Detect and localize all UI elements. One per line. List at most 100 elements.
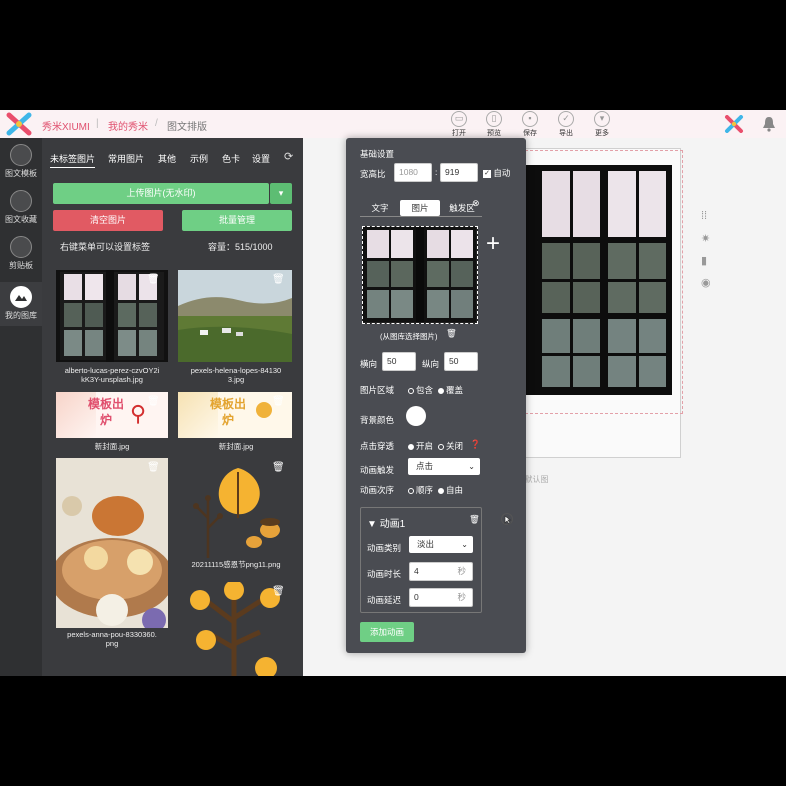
nav-item-templates[interactable]: 图文模板 [0, 144, 42, 184]
unit-seconds: 秒 [457, 566, 466, 576]
chevron-down-icon: ▾ [278, 188, 284, 198]
nav-item-collection[interactable]: 图文收藏 [0, 190, 42, 230]
breadcrumb-separator: | [96, 118, 99, 129]
preview-button[interactable]: ▯ 预览 [479, 110, 509, 138]
unit-seconds: 秒 [457, 592, 466, 602]
pass-on-radio[interactable]: 开启 [408, 440, 433, 452]
tab-other[interactable]: 其他 [158, 152, 176, 165]
area-cover-radio[interactable]: 覆盖 [438, 384, 463, 396]
gear-icon[interactable]: ✷ [701, 232, 713, 245]
bell-icon[interactable] [762, 116, 776, 132]
template-icon [10, 144, 32, 166]
pass-off-label: 关闭 [446, 441, 464, 451]
xiumi-logo-icon[interactable] [6, 112, 32, 136]
window-image[interactable] [524, 165, 672, 395]
h-input[interactable]: 50 [382, 352, 416, 371]
image-picker[interactable] [362, 226, 478, 324]
image-caption: 新封面.jpg [94, 442, 130, 451]
trash-icon[interactable]: 🗑 [272, 462, 285, 474]
more-button[interactable]: ▾ 更多 [587, 110, 617, 138]
add-animation-button[interactable]: 添加动画 [360, 622, 414, 642]
v-input[interactable]: 50 [444, 352, 478, 371]
gallery-image[interactable] [56, 458, 168, 628]
radio-icon [408, 487, 414, 494]
pass-through-label: 点击穿透 [360, 441, 395, 451]
anim-delay-label: 动画延迟 [367, 595, 402, 605]
chevron-down-icon: ⌄ [461, 540, 468, 549]
tab-examples[interactable]: 示例 [190, 152, 208, 165]
trash-icon[interactable]: 🗑 [272, 586, 285, 598]
trash-icon[interactable]: 🗑 [446, 328, 457, 339]
auto-checkbox[interactable]: ✓ 自动 [483, 167, 510, 179]
save-button[interactable]: ▪ 保存 [515, 110, 545, 138]
help-icon[interactable]: ❓ [470, 439, 481, 450]
image-caption: pexels-anna-pou-8330360. png [67, 630, 157, 648]
animation-title[interactable]: ▼ 动画1 [367, 515, 405, 530]
trash-icon[interactable]: 🗑 [272, 396, 285, 408]
brand-name[interactable]: 秀米XIUMI [42, 118, 90, 133]
animation-card: ▼ 动画1 🗑 动画类别 淡出 ⌄ 动画时长 4 秒 动画延迟 0 秒 [360, 507, 482, 613]
order-seq-radio[interactable]: 顺序 [408, 484, 433, 496]
chart-icon[interactable]: ▮ [701, 254, 713, 267]
breadcrumb-my-xiumi[interactable]: 我的秀米 [108, 118, 148, 133]
anim-type-value: 淡出 [417, 539, 435, 549]
nav-label: 图文收藏 [5, 215, 37, 224]
trigger-select[interactable]: 点击 ⌄ [408, 458, 480, 475]
anim-duration-input[interactable]: 4 秒 [409, 562, 473, 581]
save-icon: ▪ [522, 111, 538, 127]
eye-icon[interactable]: ◉ [701, 276, 713, 289]
animation-title-text: 动画1 [379, 519, 406, 530]
trash-icon[interactable]: 🗑 [147, 396, 160, 408]
nav-label: 剪贴板 [9, 261, 33, 270]
folder-icon: ▭ [451, 111, 467, 127]
breadcrumb-layout: 图文排版 [167, 122, 207, 133]
aspect-height-input[interactable]: 919 [440, 163, 478, 182]
batch-manage-button[interactable]: 批量管理 [182, 210, 292, 231]
tab-settings[interactable]: 设置 [252, 152, 270, 165]
aspect-label: 宽高比 [360, 169, 386, 179]
trash-icon[interactable]: 🗑 [147, 462, 160, 474]
order-free-radio[interactable]: 自由 [438, 484, 463, 496]
gallery-panel: 未标签图片 常用图片 其他 示例 色卡 设置 ⟳ 上传图片(无水印) ▾ 清空图… [42, 138, 303, 676]
anim-delay-input[interactable]: 0 秒 [409, 588, 473, 607]
nav-item-clipboard[interactable]: 剪贴板 [0, 236, 42, 276]
tab-text[interactable]: 文字 [360, 200, 400, 216]
top-bar: 秀米XIUMI | 我的秀米 / 图文排版 ▭ 打开 ▯ 预览 ▪ 保存 ✓ 导… [0, 110, 786, 139]
radio-icon [438, 387, 444, 394]
clear-images-button[interactable]: 清空图片 [53, 210, 163, 231]
add-image-icon[interactable]: + [486, 232, 500, 256]
anim-duration-label: 动画时长 [367, 569, 402, 579]
anim-duration-value: 4 [414, 566, 419, 576]
area-contain-radio[interactable]: 包含 [408, 384, 433, 396]
open-button[interactable]: ▭ 打开 [444, 110, 474, 138]
trash-icon[interactable]: 🗑 [147, 274, 160, 286]
trash-icon[interactable]: 🗑 [469, 514, 480, 525]
app-logo-icon[interactable] [724, 115, 744, 133]
export-button[interactable]: ✓ 导出 [551, 110, 581, 138]
capacity-text: 容量：515/1000 [208, 242, 273, 252]
bg-color-swatch[interactable] [406, 406, 426, 426]
tab-untagged[interactable]: 未标签图片 [50, 152, 96, 168]
trigger-label: 动画触发 [360, 465, 395, 475]
upload-button[interactable]: 上传图片(无水印) [53, 183, 269, 204]
aspect-width-input[interactable]: 1080 [394, 163, 432, 182]
tag-hint: 右键菜单可以设置标签 [60, 242, 151, 252]
upload-dropdown[interactable]: ▾ [270, 183, 292, 204]
banner-text: 模板出炉 [87, 397, 124, 427]
anim-type-select[interactable]: 淡出 ⌄ [409, 536, 473, 553]
close-icon[interactable]: ⊗ [472, 198, 480, 209]
grid-icon[interactable]: ⁞⁞ [701, 210, 713, 222]
nav-item-gallery[interactable]: 我的图库 [0, 282, 42, 326]
more-icon: ▾ [594, 111, 610, 127]
tab-color-cards[interactable]: 色卡 [222, 152, 240, 165]
trash-icon[interactable]: 🗑 [272, 274, 285, 286]
tab-common[interactable]: 常用图片 [108, 152, 144, 165]
order-label: 动画次序 [360, 485, 395, 495]
refresh-icon[interactable]: ⟳ [284, 150, 293, 163]
v-label: 纵向 [422, 359, 440, 369]
left-nav: 图文模板 图文收藏 剪贴板 我的图库 [0, 138, 42, 676]
tab-image[interactable]: 图片 [400, 200, 440, 216]
pass-off-radio[interactable]: 关闭 [438, 440, 463, 452]
clear-label: 清空图片 [89, 215, 126, 225]
choose-image-link[interactable]: (从图库选择图片) [380, 331, 438, 342]
